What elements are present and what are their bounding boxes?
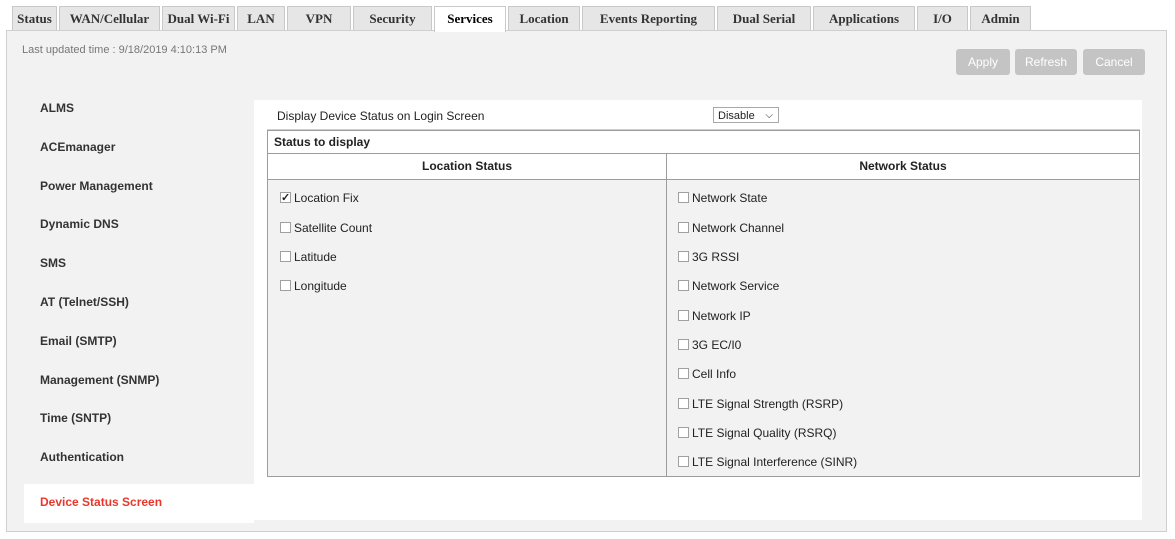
sidebar-item-authentication[interactable]: Authentication <box>24 439 254 478</box>
tab-admin[interactable]: Admin <box>970 6 1031 30</box>
checkbox-icon[interactable] <box>678 280 689 291</box>
checkbox-label: 3G EC/I0 <box>692 338 742 352</box>
apply-button[interactable]: Apply <box>956 49 1010 75</box>
sidebar-item-sms[interactable]: SMS <box>24 245 254 284</box>
tab-dual-wifi[interactable]: Dual Wi-Fi <box>162 6 235 30</box>
sidebar-item-email-smtp[interactable]: Email (SMTP) <box>24 323 254 362</box>
column-divider <box>666 154 667 476</box>
location-status-header: Location Status <box>268 154 666 180</box>
checkbox-icon[interactable] <box>678 222 689 233</box>
checkbox-label: LTE Signal Strength (RSRP) <box>692 397 844 411</box>
sidebar-item-management-snmp[interactable]: Management (SNMP) <box>24 362 254 401</box>
checkbox-label: Satellite Count <box>294 221 373 235</box>
network-item-network-service[interactable]: Network Service <box>678 277 779 295</box>
network-item-lte-rsrp[interactable]: LTE Signal Strength (RSRP) <box>678 395 843 413</box>
refresh-button[interactable]: Refresh <box>1015 49 1077 75</box>
display-status-label: Display Device Status on Login Screen <box>277 109 485 123</box>
checkbox-label: 3G RSSI <box>692 250 740 264</box>
checkbox-label: Network IP <box>692 309 751 323</box>
network-item-network-channel[interactable]: Network Channel <box>678 219 784 237</box>
tab-io[interactable]: I/O <box>917 6 968 30</box>
checkbox-icon[interactable] <box>280 251 291 262</box>
checkbox-label: Latitude <box>294 250 337 264</box>
display-status-value: Disable <box>718 110 755 122</box>
checkbox-icon[interactable] <box>678 310 689 321</box>
sidebar-item-acemanager[interactable]: ACEmanager <box>24 129 254 168</box>
network-item-network-state[interactable]: Network State <box>678 189 767 207</box>
checkbox-label: Network Service <box>692 279 780 293</box>
checkbox-icon[interactable] <box>280 280 291 291</box>
checkbox-label: LTE Signal Quality (RSRQ) <box>692 426 837 440</box>
status-to-display-box: Status to display Location Status Networ… <box>267 130 1140 477</box>
status-to-display-title: Status to display <box>268 131 1139 154</box>
checkbox-label: Network State <box>692 191 768 205</box>
display-status-select[interactable]: Disable ⌵ <box>713 107 779 123</box>
checkbox-label: Cell Info <box>692 367 737 381</box>
tab-applications[interactable]: Applications <box>813 6 915 30</box>
network-item-3g-rssi[interactable]: 3G RSSI <box>678 248 739 266</box>
location-item-satellite-count[interactable]: Satellite Count <box>280 219 372 237</box>
checkbox-icon[interactable] <box>678 427 689 438</box>
tab-lan[interactable]: LAN <box>237 6 285 30</box>
checkbox-icon[interactable] <box>678 339 689 350</box>
sidebar-item-device-status-screen[interactable]: Device Status Screen <box>24 483 254 523</box>
checkbox-checked-icon[interactable] <box>280 189 291 207</box>
location-item-latitude[interactable]: Latitude <box>280 248 337 266</box>
checkbox-icon[interactable] <box>678 456 689 467</box>
network-item-lte-sinr[interactable]: LTE Signal Interference (SINR) <box>678 453 857 471</box>
network-item-lte-rsrq[interactable]: LTE Signal Quality (RSRQ) <box>678 424 837 442</box>
checkbox-label: Longitude <box>294 279 347 293</box>
chevron-down-icon: ⌵ <box>765 110 773 121</box>
sidebar-item-dynamic-dns[interactable]: Dynamic DNS <box>24 206 254 245</box>
tab-security[interactable]: Security <box>353 6 432 30</box>
tab-dual-serial[interactable]: Dual Serial <box>717 6 811 30</box>
cancel-button[interactable]: Cancel <box>1083 49 1145 75</box>
tab-location[interactable]: Location <box>508 6 580 30</box>
tab-events-reporting[interactable]: Events Reporting <box>582 6 715 30</box>
tab-services[interactable]: Services <box>434 6 506 32</box>
last-updated-text: Last updated time : 9/18/2019 4:10:13 PM <box>22 44 227 56</box>
location-item-location-fix[interactable]: Location Fix <box>280 189 359 207</box>
sidebar-item-power-management[interactable]: Power Management <box>24 168 254 207</box>
sidebar-item-alms[interactable]: ALMS <box>24 90 254 129</box>
network-item-cell-info[interactable]: Cell Info <box>678 365 736 383</box>
network-item-3g-ecio[interactable]: 3G EC/I0 <box>678 336 741 354</box>
network-item-network-ip[interactable]: Network IP <box>678 307 751 325</box>
network-status-header: Network Status <box>667 154 1139 180</box>
display-status-row: Display Device Status on Login Screen Di… <box>267 103 1140 130</box>
checkbox-icon[interactable] <box>678 368 689 379</box>
checkbox-label: Location Fix <box>294 191 359 205</box>
checkbox-icon[interactable] <box>280 222 291 233</box>
sidebar-item-time-sntp[interactable]: Time (SNTP) <box>24 400 254 439</box>
checkbox-icon[interactable] <box>678 398 689 409</box>
sidebar: ALMS ACEmanager Power Management Dynamic… <box>24 90 254 523</box>
checkbox-label: Network Channel <box>692 221 785 235</box>
tab-vpn[interactable]: VPN <box>287 6 351 30</box>
checkbox-icon[interactable] <box>678 251 689 262</box>
location-item-longitude[interactable]: Longitude <box>280 277 347 295</box>
checkbox-icon[interactable] <box>678 192 689 203</box>
sidebar-item-at-telnet-ssh[interactable]: AT (Telnet/SSH) <box>24 284 254 323</box>
checkbox-label: LTE Signal Interference (SINR) <box>692 455 858 469</box>
tab-wan-cellular[interactable]: WAN/Cellular <box>59 6 160 30</box>
tab-status[interactable]: Status <box>12 6 57 30</box>
